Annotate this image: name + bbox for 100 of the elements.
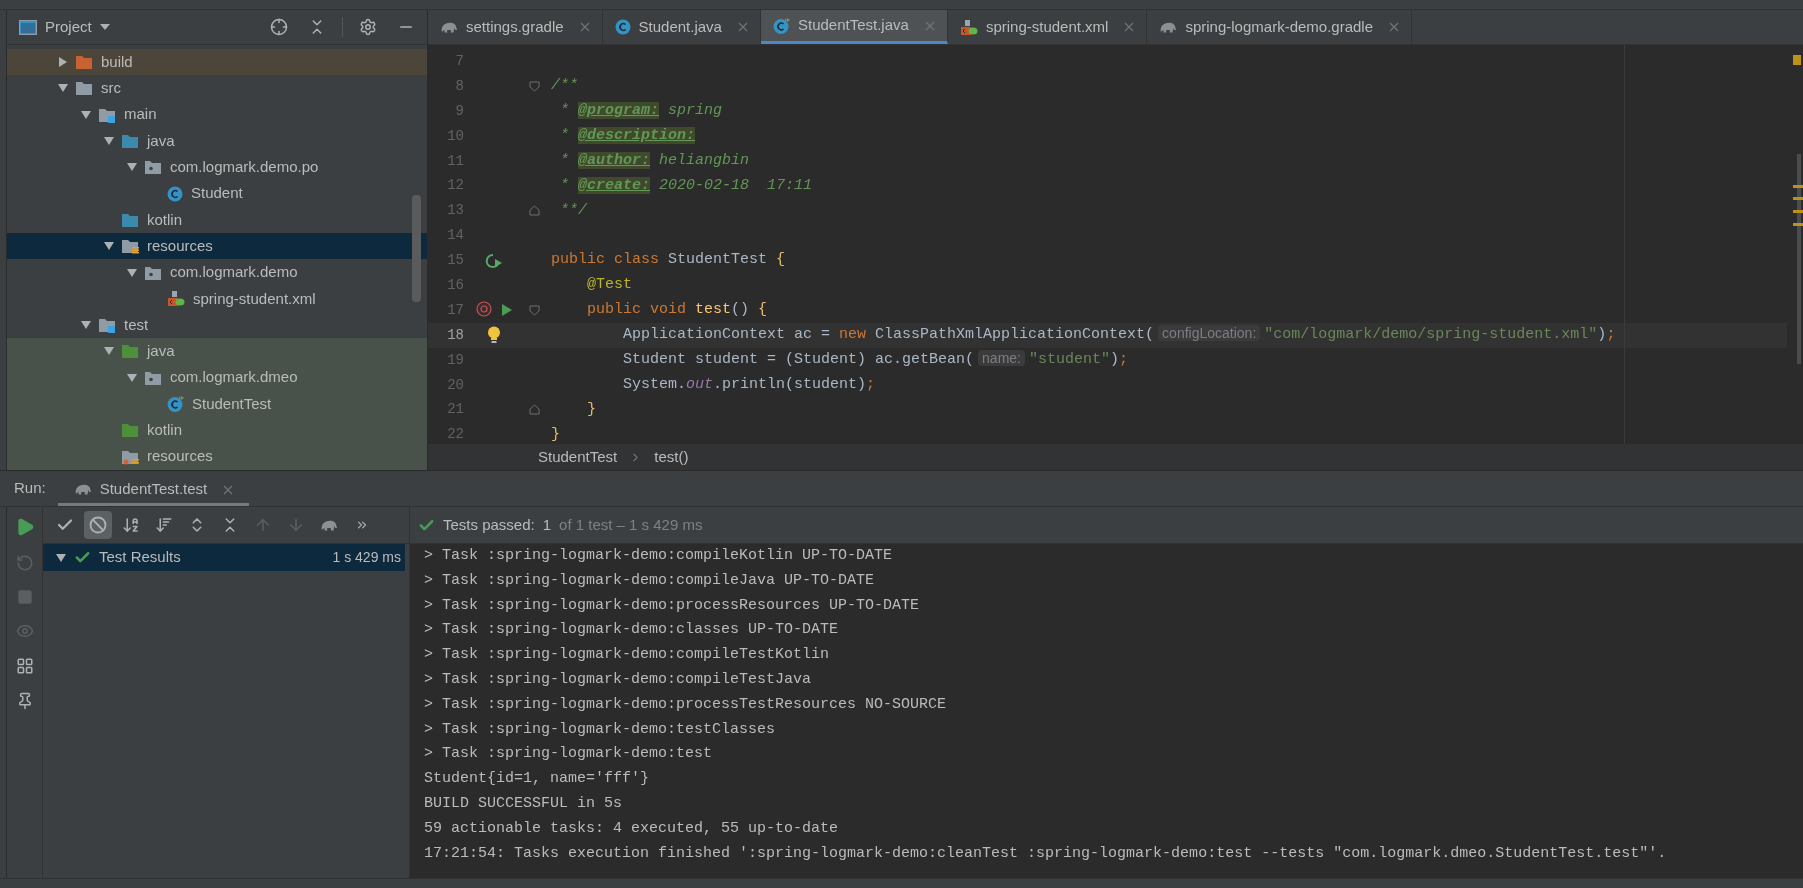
console-line: > Task :spring-logmark-demo:compileKotlin UP-TO-DATE xyxy=(424,546,894,566)
editor-tab[interactable]: Student.java xyxy=(602,10,761,44)
tree-item[interactable]: java xyxy=(7,127,427,155)
tree-item-label: kotlin xyxy=(147,420,183,441)
tree-item-label: main xyxy=(124,104,157,125)
line-number: 21 xyxy=(446,400,464,420)
expanded-arrow-icon[interactable] xyxy=(127,372,137,383)
console-line: > Task :spring-logmark-demo:testClasses xyxy=(424,719,777,740)
editor-tab[interactable]: spring-student.xml xyxy=(947,10,1148,44)
code-line: System.out.println(student); xyxy=(622,374,877,395)
tree-item-label: Student xyxy=(191,183,243,204)
close-icon[interactable] xyxy=(1389,22,1400,32)
tree-item-label: test xyxy=(124,314,149,335)
tree-item[interactable]: kotlin xyxy=(7,206,427,234)
tree-item[interactable]: src xyxy=(7,75,427,102)
line-number: 17 xyxy=(446,300,464,320)
editor-tab[interactable]: StudentTest.java xyxy=(760,10,948,44)
tree-item[interactable]: com.logmark.demo.po xyxy=(7,154,427,181)
editor-tab[interactable]: settings.gradle xyxy=(428,10,603,44)
target-icon[interactable] xyxy=(475,301,493,320)
tree-item[interactable]: java xyxy=(7,338,427,365)
ban-icon xyxy=(89,516,107,534)
expanded-arrow-icon[interactable] xyxy=(104,136,114,147)
scrollbar-thumb[interactable] xyxy=(1797,154,1801,364)
tab-label: Student.java xyxy=(638,16,722,37)
expanded-arrow-icon[interactable] xyxy=(127,162,137,173)
close-icon[interactable] xyxy=(1124,22,1135,32)
tab-label: spring-student.xml xyxy=(985,16,1109,37)
breadcrumb[interactable]: test() xyxy=(654,446,689,469)
fold-icon[interactable] xyxy=(528,404,540,416)
tree-item[interactable]: spring-student.xml xyxy=(7,285,427,312)
layout-icon[interactable] xyxy=(15,657,34,675)
tree-item[interactable]: StudentTest xyxy=(7,390,427,418)
test-results-label: Test Results xyxy=(99,547,181,568)
close-icon[interactable] xyxy=(579,22,590,32)
line-number: 18 xyxy=(446,325,464,345)
warning-marker[interactable] xyxy=(1793,223,1803,226)
lightbulb-icon[interactable] xyxy=(487,326,501,345)
run-icon[interactable] xyxy=(501,303,513,318)
tree-item-label: spring-student.xml xyxy=(193,288,316,309)
show-ignored-button[interactable] xyxy=(84,511,112,539)
expanded-arrow-icon[interactable] xyxy=(81,109,91,120)
tree-item-label: com.logmark.dmeo xyxy=(170,367,298,388)
code-line: @Test xyxy=(586,275,633,296)
fold-icon[interactable] xyxy=(528,80,540,92)
locate-icon[interactable] xyxy=(270,18,288,36)
line-number: 15 xyxy=(446,251,464,271)
tab-label: StudentTest.java xyxy=(797,15,909,36)
fold-icon[interactable] xyxy=(528,205,540,217)
console-line: > Task :spring-logmark-demo:processTestResources NO-SOURCE xyxy=(424,694,948,715)
tab-label: spring-logmark-demo.gradle xyxy=(1185,16,1374,37)
tree-item[interactable]: com.logmark.dmeo xyxy=(7,364,427,391)
dropdown-caret-icon[interactable] xyxy=(99,24,110,30)
tree-item[interactable]: Student xyxy=(7,180,427,207)
test-results-row[interactable]: Test Results 1 s 429 ms xyxy=(43,544,405,571)
tree-item[interactable]: resources xyxy=(7,443,427,470)
tab-label: StudentTest.test xyxy=(99,479,208,500)
tree-item[interactable]: kotlin xyxy=(7,417,427,444)
expanded-arrow-icon[interactable] xyxy=(127,267,137,278)
scrollbar-thumb[interactable] xyxy=(412,195,421,302)
warning-marker[interactable] xyxy=(1793,197,1803,200)
tree-item[interactable]: build xyxy=(7,49,427,76)
tree-item-label: resources xyxy=(147,235,213,256)
warning-marker[interactable] xyxy=(1793,210,1803,213)
code-line: public void test() { xyxy=(586,300,769,321)
line-number: 13 xyxy=(446,201,464,221)
code-line: ApplicationContext ac = new ClassPathXmlApplicationContext( configLocation: "com/logmark/demo/spring-student.xml"); xyxy=(622,324,1617,346)
expanded-arrow-icon[interactable] xyxy=(81,320,91,331)
code-line: } xyxy=(586,399,597,420)
line-number: 10 xyxy=(446,126,464,146)
more-icon xyxy=(355,518,369,532)
settings-icon[interactable] xyxy=(359,18,377,36)
expanded-arrow-icon[interactable] xyxy=(104,241,114,252)
close-icon[interactable] xyxy=(223,484,234,495)
line-number: 14 xyxy=(446,226,464,246)
warning-marker[interactable] xyxy=(1793,185,1803,188)
warning-marker[interactable] xyxy=(1793,55,1801,65)
rerun-icon[interactable] xyxy=(485,252,503,269)
console-line: > Task :spring-logmark-demo:compileTestJava xyxy=(424,670,813,690)
editor-tab[interactable]: spring-logmark-demo.gradle xyxy=(1147,10,1413,44)
code-line: * @author: heliangbin xyxy=(559,150,751,171)
expanded-arrow-icon[interactable] xyxy=(56,552,66,563)
expanded-arrow-icon[interactable] xyxy=(104,346,114,357)
tree-item-label: resources xyxy=(147,446,213,467)
breadcrumb[interactable]: StudentTest xyxy=(538,446,618,469)
fold-icon[interactable] xyxy=(528,304,540,316)
tree-item[interactable]: main xyxy=(7,101,427,128)
code-line: } xyxy=(551,424,561,444)
expanded-arrow-icon[interactable] xyxy=(58,83,68,94)
close-icon[interactable] xyxy=(737,22,748,32)
collapsed-arrow-icon[interactable] xyxy=(58,57,68,68)
line-number: 22 xyxy=(446,425,464,444)
tree-item[interactable]: test xyxy=(7,311,427,339)
console-line: > Task :spring-logmark-demo:test xyxy=(424,744,714,765)
run-tab[interactable]: StudentTest.test xyxy=(57,476,250,506)
tree-item[interactable]: resources xyxy=(7,233,427,260)
code-line: public class StudentTest { xyxy=(551,250,787,271)
tests-count: 1 xyxy=(542,514,552,535)
panel-title: Project xyxy=(45,16,92,37)
tree-item[interactable]: com.logmark.demo xyxy=(7,259,427,286)
